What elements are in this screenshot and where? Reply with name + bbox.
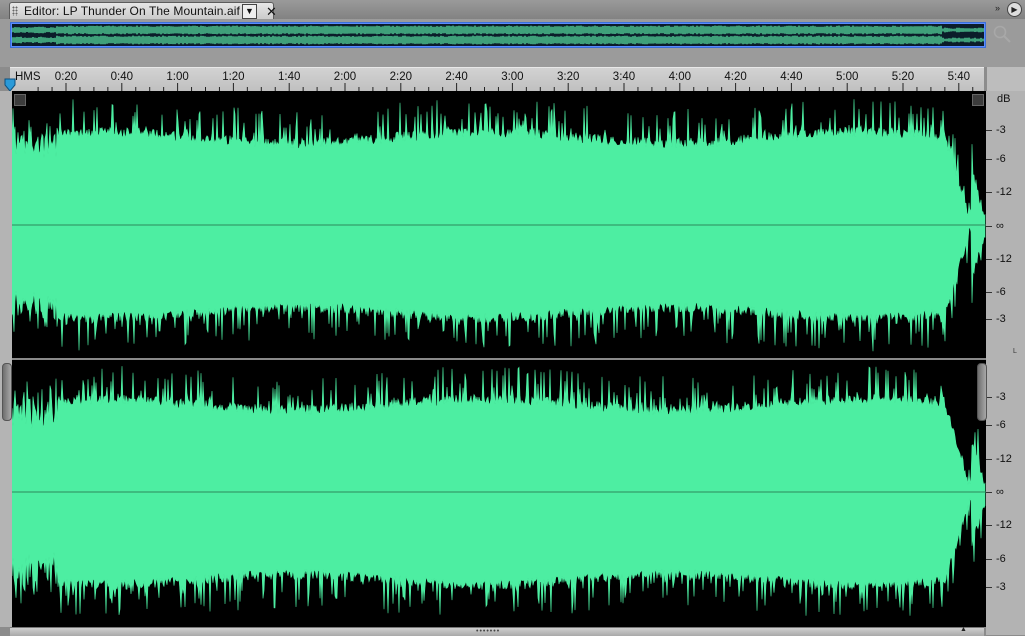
ruler-tick-label: 4:00 <box>668 71 691 83</box>
db-tick <box>986 559 992 560</box>
db-tick <box>986 492 992 493</box>
panel-menu-button[interactable]: ▶ <box>1007 2 1022 17</box>
ruler-tick-label: 3:40 <box>612 71 636 83</box>
overview-bar <box>0 19 1025 67</box>
waveform-channel <box>12 366 986 616</box>
fade-out-handle[interactable] <box>972 94 984 106</box>
db-tick-label: -6 <box>996 153 1006 165</box>
channel-resize-handle-left[interactable] <box>2 363 12 421</box>
ruler-tick-label: 4:40 <box>780 71 803 83</box>
db-tick-label: -12 <box>996 253 1012 265</box>
db-tick-label: -12 <box>996 453 1012 465</box>
panel-menu[interactable]: » ▶ <box>995 2 1022 17</box>
grip-dots-icon[interactable] <box>12 6 18 16</box>
db-tick <box>986 292 992 293</box>
fade-in-handle[interactable] <box>14 94 26 106</box>
ruler-unit-label: HMS <box>15 71 41 83</box>
ruler-tick-label: 1:20 <box>222 71 245 83</box>
ruler-tick-label: 1:40 <box>277 71 301 83</box>
db-tick <box>986 130 992 131</box>
channel-divider <box>12 358 986 360</box>
ruler-tick-label: 3:20 <box>556 71 580 83</box>
ruler-tick-label: 2:40 <box>445 71 468 83</box>
db-unit-label: dB <box>997 93 1011 105</box>
db-scale: dB -3 -6 -12 ∞ -12 -6 -3 -3 -6 -12 ∞ -12 -6 -3 L <box>977 91 1025 627</box>
ruler-tick-label: 5:40 <box>947 71 970 83</box>
time-ruler[interactable]: HMS 0:20 0:40 1:00 1:20 1:40 2:00 2:20 2:40 3:00… <box>10 67 984 92</box>
ruler-tick-label: 1:00 <box>166 71 189 83</box>
editor-tab-title[interactable]: Editor: LP Thunder On The Mountain.aif <box>24 4 240 18</box>
db-tick <box>986 259 992 260</box>
db-tick-label: -6 <box>996 286 1006 298</box>
db-tick-label: -6 <box>996 553 1006 565</box>
ruler-tick-label: 5:20 <box>891 71 915 83</box>
db-tick <box>986 525 992 526</box>
bottom-corner <box>986 627 1025 635</box>
db-tick-label: -3 <box>996 313 1006 325</box>
ruler-tick-label: 3:00 <box>501 71 524 83</box>
editor-tab[interactable]: Editor: LP Thunder On The Mountain.aif ▼… <box>9 2 277 20</box>
tab-close-icon[interactable]: ✕ <box>266 4 277 20</box>
tab-menu-button[interactable]: ▼ <box>242 4 257 19</box>
db-tick <box>986 459 992 460</box>
ruler-tick-label: 5:00 <box>835 71 859 83</box>
db-tick-label: -3 <box>996 391 1006 403</box>
collapse-icon[interactable]: » <box>995 3 1000 13</box>
db-tick-label: -6 <box>996 419 1006 431</box>
left-edge <box>0 91 12 627</box>
magnifier-icon[interactable] <box>992 24 1012 44</box>
ruler-tick-label: 0:40 <box>110 71 133 83</box>
panel-tab-bar: Editor: LP Thunder On The Mountain.aif ▼… <box>0 0 1025 20</box>
ruler-corner <box>987 67 1025 91</box>
waveform-display[interactable] <box>12 91 986 627</box>
db-tick-label: ∞ <box>996 220 1004 232</box>
ruler-tick-label: 4:20 <box>724 71 747 83</box>
playhead-marker[interactable] <box>4 78 16 92</box>
ruler-tick-label: 2:00 <box>333 71 357 83</box>
db-tick <box>986 192 992 193</box>
waveform-overview[interactable] <box>10 22 986 48</box>
db-tick <box>986 319 992 320</box>
db-tick <box>986 226 992 227</box>
db-tick-label: -3 <box>996 581 1006 593</box>
channel-left-label: L <box>1013 348 1017 355</box>
db-tick-label: ∞ <box>996 486 1004 498</box>
channel-resize-handle-right[interactable] <box>977 363 987 421</box>
overview-visible-range[interactable] <box>11 23 985 47</box>
ruler-tick-label: 0:20 <box>54 71 78 83</box>
db-tick-label: -12 <box>996 519 1012 531</box>
db-tick-label: -12 <box>996 186 1012 198</box>
db-tick-label: -3 <box>996 124 1006 136</box>
ruler-tick-label: 2:20 <box>389 71 412 83</box>
db-tick <box>986 159 992 160</box>
db-tick <box>986 587 992 588</box>
scroll-arrow-icon[interactable]: ▲ <box>960 626 967 633</box>
db-tick <box>986 425 992 426</box>
scroll-grip[interactable]: ••••••• <box>476 628 500 635</box>
